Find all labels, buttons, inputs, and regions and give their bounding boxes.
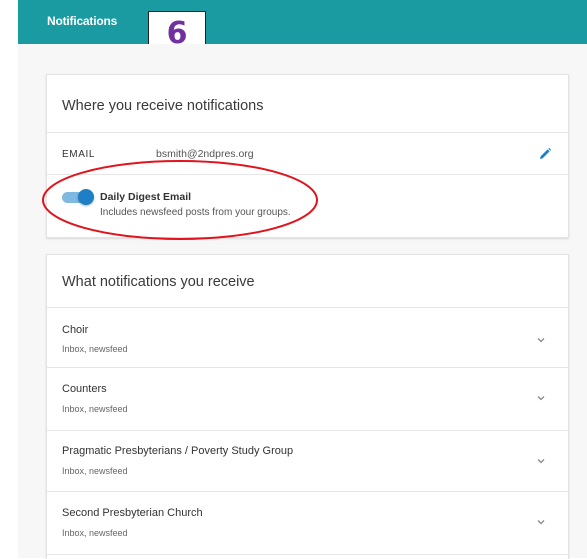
chevron-down-icon[interactable] xyxy=(536,456,546,466)
daily-digest-toggle[interactable] xyxy=(62,189,94,205)
chevron-down-icon[interactable] xyxy=(536,393,546,403)
group-channels: Inbox, newsfeed xyxy=(62,344,128,354)
toggle-knob xyxy=(78,189,94,205)
group-channels: Inbox, newsfeed xyxy=(62,404,128,414)
what-notifications-card: What notifications you receive Choir Inb… xyxy=(46,254,569,559)
group-name: Counters xyxy=(62,383,107,395)
receive-notifications-card: Where you receive notifications EMAIL bs… xyxy=(46,74,569,238)
daily-digest-label: Daily Digest Email xyxy=(100,191,192,203)
group-row-counters[interactable]: Counters Inbox, newsfeed xyxy=(47,368,568,428)
page-header: Notifications xyxy=(18,0,587,44)
divider xyxy=(47,554,568,555)
group-channels: Inbox, newsfeed xyxy=(62,528,128,538)
divider xyxy=(47,174,568,175)
daily-digest-description: Includes newsfeed posts from your groups… xyxy=(100,207,291,218)
group-row-choir[interactable]: Choir Inbox, newsfeed xyxy=(47,307,568,367)
chevron-down-icon[interactable] xyxy=(536,335,546,345)
receive-card-title: Where you receive notifications xyxy=(62,98,264,114)
email-value: bsmith@2ndpres.org xyxy=(156,148,254,160)
group-channels: Inbox, newsfeed xyxy=(62,466,128,476)
group-name: Second Presbyterian Church xyxy=(62,507,203,519)
chevron-down-icon[interactable] xyxy=(536,517,546,527)
group-name: Choir xyxy=(62,324,89,336)
page-title: Notifications xyxy=(47,14,118,28)
what-card-title: What notifications you receive xyxy=(62,274,255,290)
email-label: EMAIL xyxy=(62,149,96,160)
pencil-icon[interactable] xyxy=(538,147,552,161)
group-name: Pragmatic Presbyterians / Poverty Study … xyxy=(62,445,294,457)
group-row-pragmatic-presbyterians[interactable]: Pragmatic Presbyterians / Poverty Study … xyxy=(47,431,568,491)
group-row-second-presbyterian-church[interactable]: Second Presbyterian Church Inbox, newsfe… xyxy=(47,492,568,552)
divider xyxy=(47,132,568,133)
